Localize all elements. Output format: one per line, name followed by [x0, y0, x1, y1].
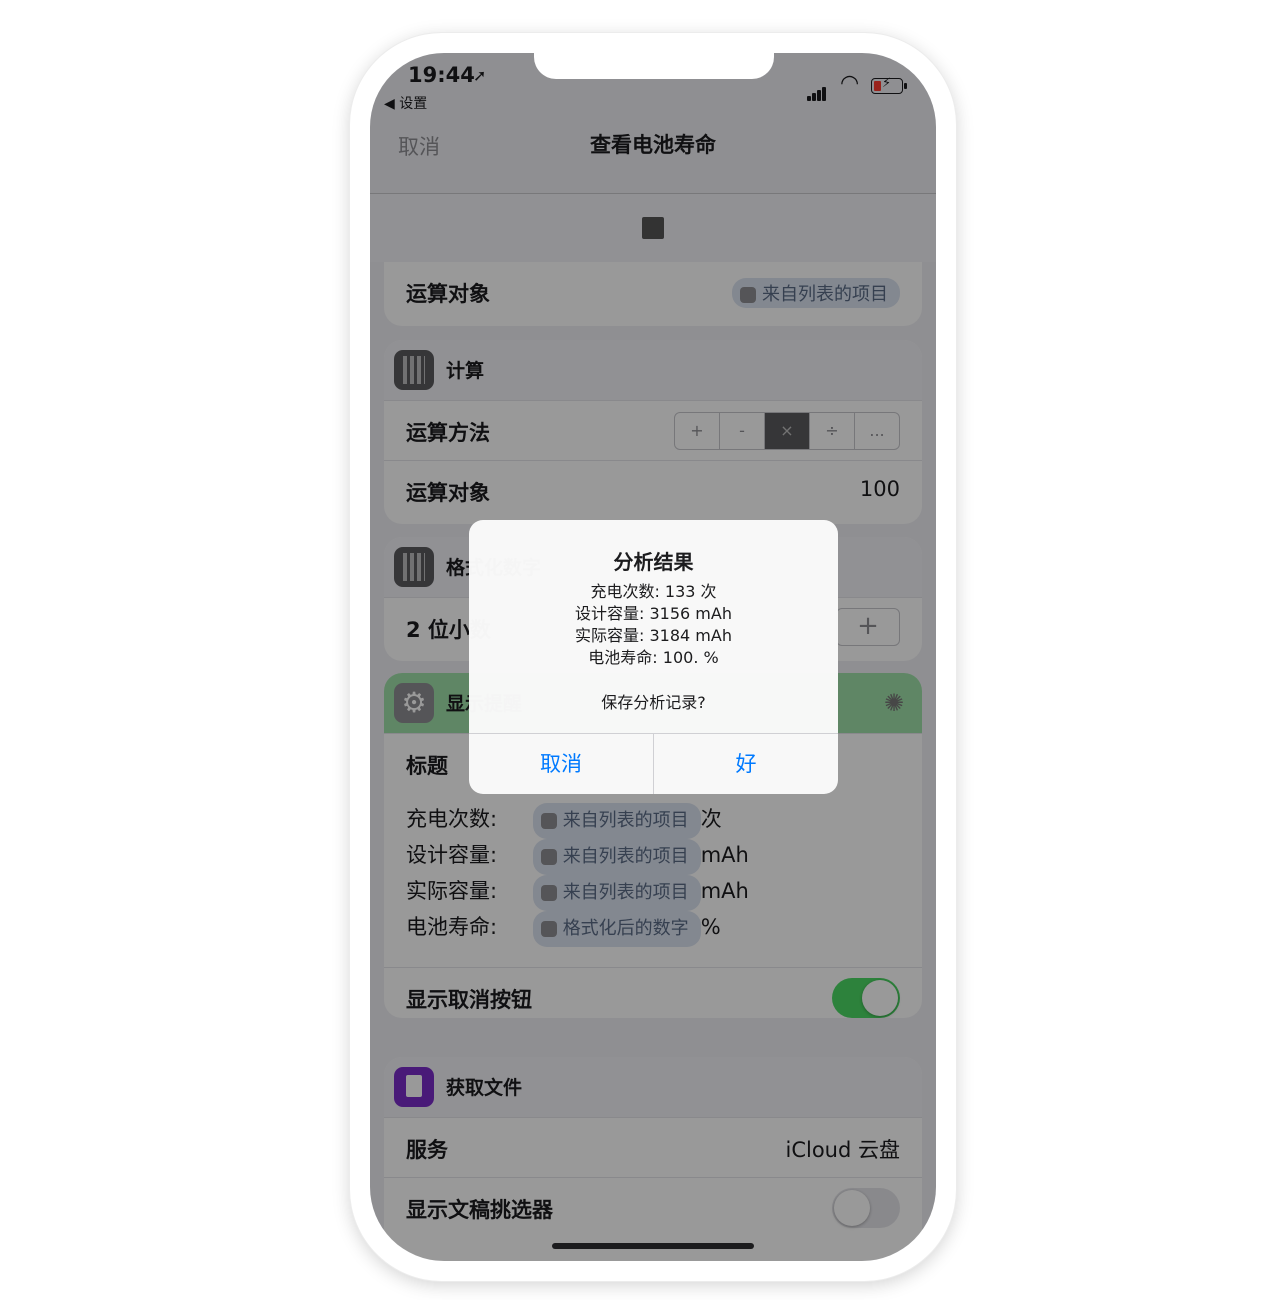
notch — [534, 53, 774, 79]
alert-line: 设计容量: 3156 mAh — [575, 604, 732, 623]
alert-dialog: 分析结果 充电次数: 133 次 设计容量: 3156 mAh 实际容量: 31… — [469, 520, 838, 794]
alert-line: 充电次数: 133 次 — [590, 582, 717, 601]
alert-cancel-button[interactable]: 取消 — [469, 734, 654, 794]
alert-line: 电池寿命: 100. % — [588, 648, 719, 667]
home-indicator[interactable] — [552, 1243, 754, 1249]
alert-ok-button[interactable]: 好 — [654, 734, 838, 794]
alert-question: 保存分析记录? — [601, 693, 706, 712]
screen: 19:44 ➚ ◀ 设置 ◠ ⚡ 取消 查看电池寿命 运算对象 来自列表的项目 … — [370, 53, 936, 1261]
alert-line: 实际容量: 3184 mAh — [575, 626, 732, 645]
phone-frame: 19:44 ➚ ◀ 设置 ◠ ⚡ 取消 查看电池寿命 运算对象 来自列表的项目 … — [350, 33, 956, 1281]
alert-title: 分析结果 — [613, 550, 694, 574]
alert-buttons: 取消 好 — [469, 733, 838, 794]
alert-message: 充电次数: 133 次 设计容量: 3156 mAh 实际容量: 3184 mA… — [469, 581, 838, 669]
